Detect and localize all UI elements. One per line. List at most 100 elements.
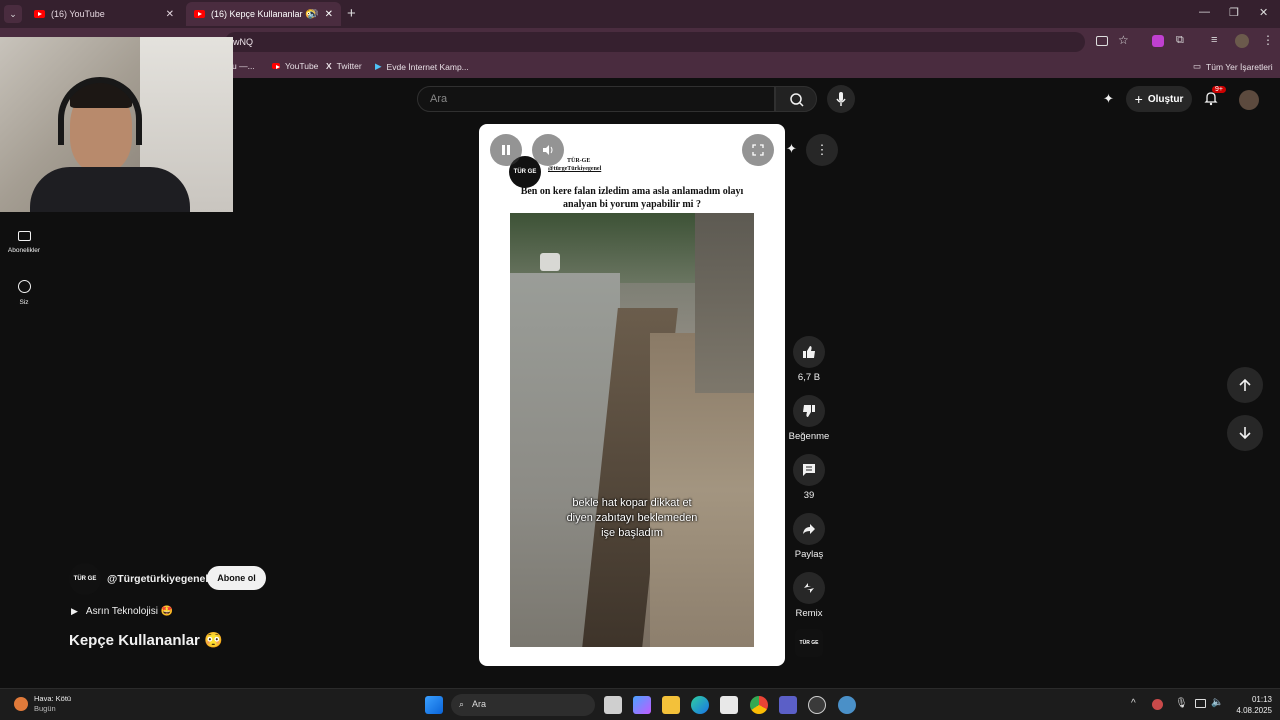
youtube-icon [194, 10, 205, 18]
volume-button[interactable] [532, 134, 564, 166]
bookmark-evde-internet[interactable]: ▶ Evde İnternet Kamp... [375, 61, 469, 72]
webcam-person-shirt [30, 167, 190, 212]
browser-tab-bar: ⌄ (16) YouTube ✕ (16) Kepçe Kullananlar … [0, 0, 1280, 28]
sidebar-item-you[interactable]: Siz [0, 280, 48, 306]
edge-icon[interactable] [691, 696, 709, 714]
plus-icon: + [1134, 91, 1143, 107]
media-control-icon[interactable]: ≡ [1211, 34, 1217, 46]
overlay-channel-name: TÜR-GE [567, 158, 591, 164]
fullscreen-button[interactable] [742, 134, 774, 166]
tab-kepce[interactable]: (16) Kepçe Kullananlar 😳 🔊 ✕ [186, 2, 341, 26]
search-icon [790, 93, 804, 107]
search-button[interactable] [775, 86, 817, 112]
windows-taskbar: Hava: Kötü Bugün ⌕ Ara ^ 🎙 🔈 01:13 4.08.2… [0, 688, 1280, 720]
extensions-puzzle-icon[interactable]: ⧉ [1176, 34, 1184, 47]
short-video-frame[interactable]: bekle hat kopar dikkat et diyen zabıtayı… [510, 213, 754, 647]
share-label: Paylaş [794, 549, 824, 560]
comment-count: 39 [803, 490, 815, 501]
weather-widget[interactable]: Hava: Kötü Bugün [14, 694, 71, 714]
speaker-icon[interactable]: 🔊 [308, 9, 319, 20]
tray-app-icon[interactable] [1152, 699, 1163, 710]
fullscreen-icon [752, 144, 764, 156]
browser-menu-icon[interactable]: ⋮ [1262, 33, 1274, 47]
display-tray-icon[interactable] [1195, 699, 1206, 708]
steam-icon[interactable] [808, 696, 826, 714]
minimize-button[interactable]: — [1199, 6, 1210, 18]
search-icon: ⌕ [459, 699, 465, 709]
next-short-button[interactable] [1227, 415, 1263, 451]
weather-icon [14, 697, 28, 711]
windows-start-icon[interactable] [425, 696, 443, 714]
share-icon [803, 524, 815, 534]
new-tab-button[interactable]: + [347, 5, 356, 22]
video-excavator [695, 213, 754, 393]
profile-avatar[interactable] [1235, 34, 1249, 48]
task-view-icon[interactable] [604, 696, 622, 714]
tray-chevron-icon[interactable]: ^ [1131, 698, 1136, 709]
subscribe-button[interactable]: Abone ol [207, 566, 266, 590]
voice-search-button[interactable] [827, 85, 855, 113]
install-app-icon[interactable] [1096, 36, 1108, 46]
channel-thumbnail[interactable]: TÜR GE [795, 629, 823, 657]
create-button[interactable]: + Oluştur [1126, 86, 1192, 112]
settings-gear-icon[interactable] [838, 696, 856, 714]
copilot-icon[interactable] [633, 696, 651, 714]
account-avatar[interactable] [1239, 90, 1259, 110]
close-window-button[interactable]: ✕ [1259, 6, 1268, 19]
clock[interactable]: 01:13 4.08.2025 [1228, 694, 1272, 716]
dislike-button[interactable]: Beğenme [787, 395, 831, 442]
store-icon[interactable] [720, 696, 738, 714]
short-sparkle-icon[interactable]: ✦ [786, 141, 797, 157]
share-button[interactable]: Paylaş [789, 513, 829, 560]
music-link[interactable]: ▶ Asrın Teknolojisi 🤩 [71, 606, 173, 617]
search-input[interactable]: Ara [417, 86, 775, 112]
like-button[interactable]: 6,7 B [789, 336, 829, 383]
close-icon[interactable]: ✕ [166, 9, 174, 20]
thumbs-down-icon [803, 405, 815, 417]
remix-icon [804, 583, 814, 593]
tab-title: (16) Kepçe Kullananlar 😳 [211, 8, 317, 19]
more-options-button[interactable]: ⋮ [806, 134, 838, 166]
play-icon: ▶ [71, 606, 78, 616]
pause-button[interactable] [490, 134, 522, 166]
sidebar-item-subscriptions[interactable]: Abonelikler [0, 231, 48, 254]
all-bookmarks[interactable]: ▭ Tüm Yer İşaretleri [1193, 61, 1273, 72]
bookmark-item[interactable]: u —... [232, 61, 255, 71]
tab-youtube[interactable]: (16) YouTube ✕ [26, 2, 182, 26]
previous-short-button[interactable] [1227, 367, 1263, 403]
tab-search-button[interactable]: ⌄ [4, 5, 22, 23]
comments-button[interactable]: 39 [789, 454, 829, 501]
url-field[interactable] [225, 32, 1085, 52]
file-explorer-icon[interactable] [662, 696, 680, 714]
teams-icon[interactable] [779, 696, 797, 714]
arrow-up-icon [1239, 378, 1251, 391]
video-car [540, 253, 560, 271]
taskbar-search[interactable]: ⌕ Ara [451, 694, 595, 716]
pause-icon [502, 145, 510, 155]
close-icon[interactable]: ✕ [325, 9, 333, 20]
arrow-down-icon [1239, 427, 1251, 440]
channel-avatar[interactable]: TÜR GE [69, 563, 101, 595]
remix-label: Remix [795, 608, 823, 619]
short-caption: Ben on kere falan izledim ama asla anlam… [520, 186, 744, 210]
bookmark-youtube[interactable]: YouTube [272, 61, 318, 71]
bookmark-star-icon[interactable]: ☆ [1118, 33, 1129, 47]
remix-button[interactable]: Remix [789, 572, 829, 619]
notifications-button[interactable]: 9+ [1203, 86, 1226, 106]
tab-title: (16) YouTube [51, 9, 105, 19]
youtube-icon [34, 10, 45, 18]
notification-badge: 9+ [1212, 86, 1226, 93]
channel-handle[interactable]: @Türgetürkiyegenel [107, 573, 208, 585]
short-player[interactable]: TÜR GE TÜR-GE @türgeTürkiyegenel Ben on … [479, 124, 785, 666]
microphone-icon [836, 92, 846, 106]
volume-tray-icon[interactable]: 🔈 [1211, 697, 1223, 708]
webcam-overlay [0, 37, 233, 212]
you-icon [17, 280, 31, 293]
bookmark-twitter[interactable]: X Twitter [326, 61, 362, 71]
restore-button[interactable]: ❐ [1229, 6, 1239, 19]
extension-icon[interactable] [1152, 35, 1164, 47]
microphone-tray-icon[interactable]: 🎙 [1175, 698, 1188, 709]
shorts-sparkle-icon[interactable]: ✦ [1103, 91, 1114, 107]
x-logo-icon: X [326, 61, 332, 71]
chrome-icon[interactable] [750, 696, 768, 714]
